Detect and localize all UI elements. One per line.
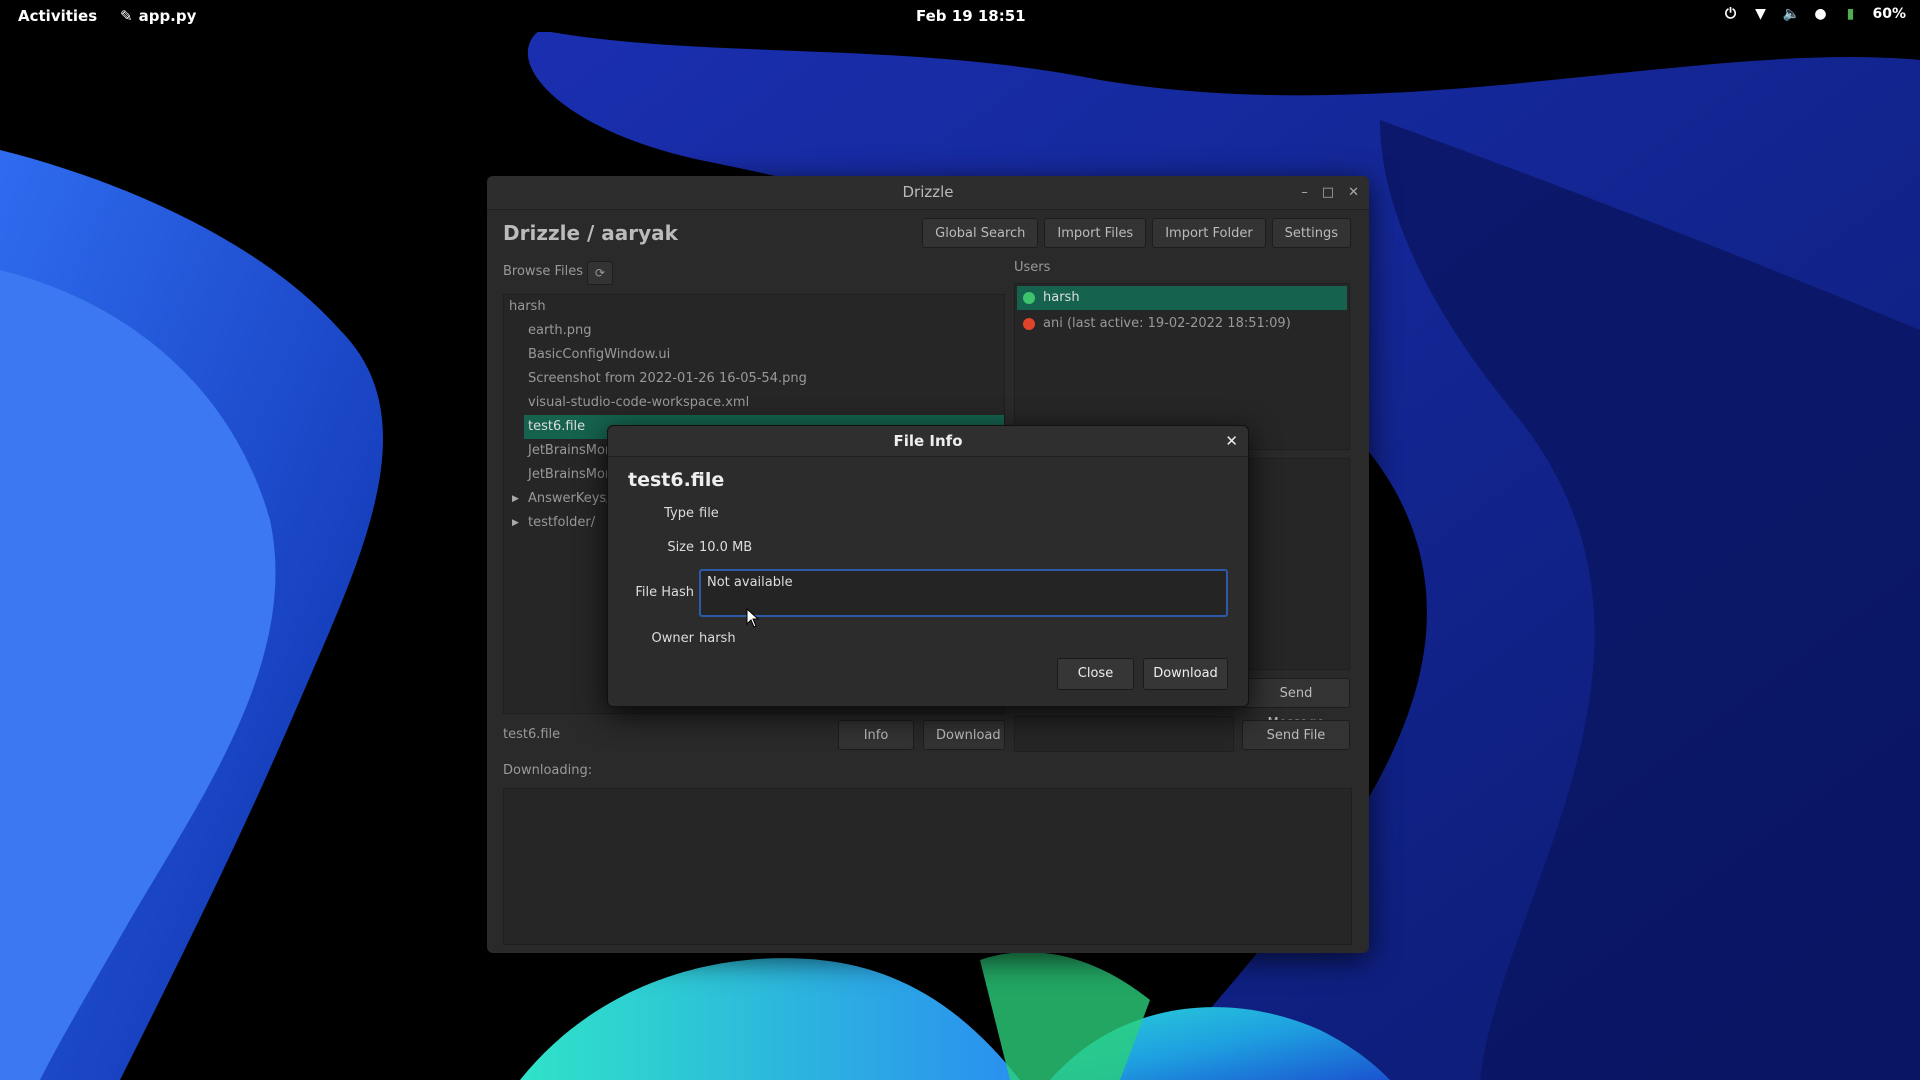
download-button[interactable]: Download (1143, 658, 1228, 690)
owner-label: Owner (651, 631, 694, 646)
battery-icon: ▮ (1846, 6, 1855, 22)
import-files-button[interactable]: Import Files (1044, 218, 1147, 248)
owner-value: harsh (699, 631, 736, 646)
expand-arrow-icon[interactable]: ▶ (512, 511, 519, 535)
size-value: 10.0 MB (699, 540, 753, 555)
battery-percent: 60% (1872, 6, 1906, 22)
file-hash-field[interactable]: Not available (699, 569, 1228, 617)
tree-item[interactable]: earth.png (504, 319, 1004, 343)
app-menu[interactable]: ✎ app.py (120, 7, 196, 25)
top-bar: Activities ✎ app.py Feb 19 18:51 ⏻ ▼ 🔈 ●… (0, 0, 1920, 32)
file-info-dialog: File Info ✕ test6.file Type file Size 10… (607, 425, 1249, 707)
close-icon[interactable]: ✕ (1225, 426, 1238, 456)
tree-item[interactable]: Screenshot from 2022-01-26 16-05-54.png (504, 367, 1004, 391)
import-folder-button[interactable]: Import Folder (1152, 218, 1266, 248)
page-title: Drizzle / aaryak (503, 221, 678, 245)
settings-button[interactable]: Settings (1271, 218, 1351, 248)
shield-icon: ⏻ (1724, 6, 1737, 22)
offline-status-icon (1023, 318, 1035, 330)
download-button[interactable]: Download (923, 720, 1005, 750)
send-message-button[interactable]: Send Message (1242, 678, 1350, 731)
file-hash-label: File Hash (635, 585, 694, 600)
online-status-icon (1023, 292, 1035, 304)
tree-root[interactable]: harsh (504, 295, 1004, 319)
dialog-titlebar[interactable]: File Info ✕ (608, 426, 1248, 457)
downloads-area (503, 788, 1352, 945)
close-icon[interactable]: ✕ (1348, 176, 1359, 209)
type-label: Type (664, 506, 694, 521)
expand-arrow-icon[interactable]: ▶ (512, 487, 519, 511)
app-icon: ✎ (120, 7, 133, 25)
size-label: Size (667, 540, 694, 555)
dialog-title: File Info (893, 432, 963, 450)
microphone-icon: ● (1814, 6, 1827, 22)
global-search-button[interactable]: Global Search (922, 218, 1039, 248)
tree-item[interactable]: visual-studio-code-workspace.xml (504, 391, 1004, 415)
user-label: ani (last active: 19-02-2022 18:51:09) (1043, 316, 1291, 331)
user-item-ani[interactable]: ani (last active: 19-02-2022 18:51:09) (1017, 312, 1347, 336)
window-titlebar[interactable]: Drizzle – □ ✕ (487, 176, 1369, 210)
maximize-icon[interactable]: □ (1322, 176, 1334, 209)
folder-label: testfolder/ (528, 515, 596, 530)
app-name: app.py (138, 7, 197, 25)
minimize-icon[interactable]: – (1301, 176, 1308, 209)
browse-files-label: Browse Files (503, 264, 583, 279)
downloading-label: Downloading: (503, 763, 593, 778)
selected-file-label: test6.file (503, 727, 561, 742)
close-button[interactable]: Close (1057, 658, 1134, 690)
info-button[interactable]: Info (838, 720, 914, 750)
type-value: file (699, 506, 719, 521)
tree-item[interactable]: BasicConfigWindow.ui (504, 343, 1004, 367)
user-label: harsh (1043, 290, 1080, 305)
folder-label: AnswerKeys/ (528, 491, 611, 506)
mouse-cursor-icon (746, 608, 760, 628)
user-item-harsh[interactable]: harsh (1017, 286, 1347, 310)
refresh-icon[interactable]: ⟳ (587, 261, 613, 285)
file-name-heading: test6.file (628, 469, 725, 491)
system-tray[interactable]: ⏻ ▼ 🔈 ● ▮ 60% (1722, 6, 1906, 22)
window-title: Drizzle (902, 183, 954, 201)
volume-icon: 🔈 (1782, 6, 1800, 22)
wifi-icon: ▼ (1755, 6, 1766, 22)
users-label: Users (1014, 260, 1051, 275)
message-input[interactable] (1014, 716, 1234, 752)
clock[interactable]: Feb 19 18:51 (916, 7, 1026, 25)
send-file-button[interactable]: Send File (1242, 720, 1350, 750)
activities-button[interactable]: Activities (18, 7, 97, 25)
